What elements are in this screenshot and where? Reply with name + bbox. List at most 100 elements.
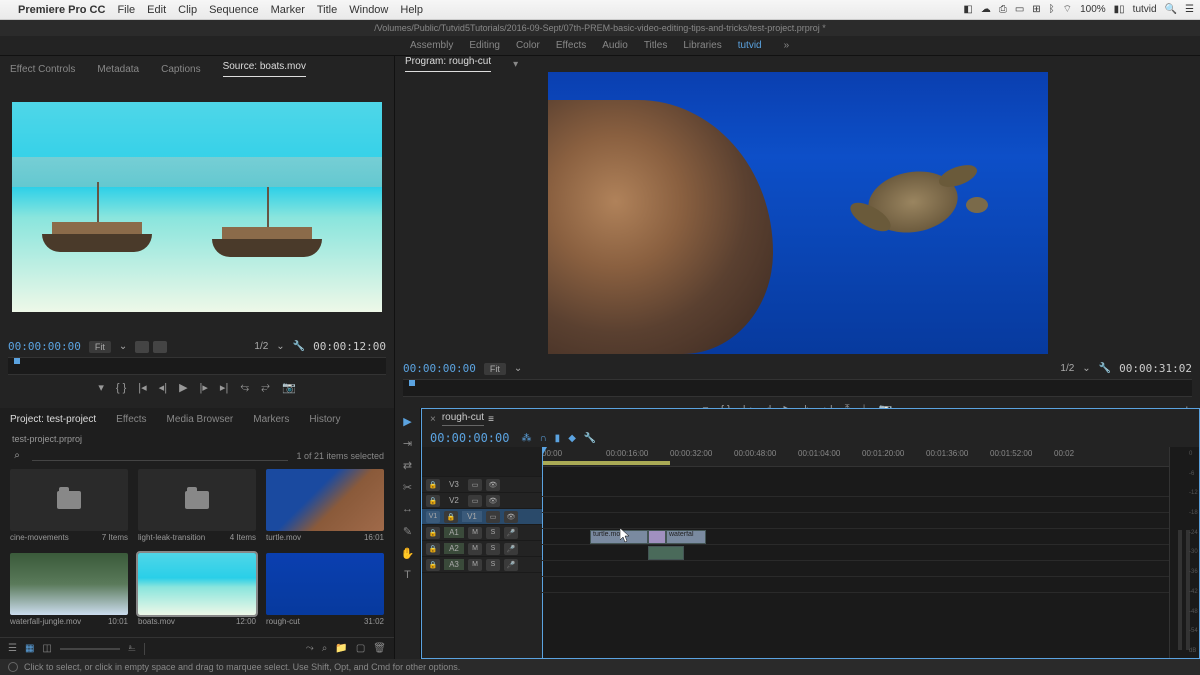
tab-source-clip[interactable]: Source: boats.mov (223, 61, 306, 77)
track-toggle-icon[interactable]: 👁 (486, 479, 500, 491)
source-wrench-icon[interactable]: 🔧 (293, 341, 305, 352)
program-res-chevron-icon[interactable]: ⌄ (1082, 363, 1090, 374)
menu-help[interactable]: Help (400, 4, 423, 16)
program-monitor[interactable] (395, 72, 1200, 354)
marker-icon[interactable]: ▮ (555, 433, 561, 444)
src-go-out-icon[interactable]: ▸| (220, 381, 228, 394)
menu-window[interactable]: Window (349, 4, 388, 16)
program-tab-chevron-icon[interactable]: ▾ (513, 59, 518, 70)
bin-item[interactable]: turtle.mov16:01 (266, 469, 384, 547)
track-toggle-icon[interactable]: 👁 (504, 511, 518, 523)
track-v3[interactable]: V3 (444, 480, 464, 489)
track-target-icon[interactable]: ▭ (486, 511, 500, 523)
source-res-chevron-icon[interactable]: ⌄ (276, 341, 284, 352)
track-a1[interactable]: A1 (444, 527, 464, 538)
timeline-timecode[interactable]: 00:00:00:00 (430, 431, 509, 445)
clip-turtle[interactable]: turtle.mov (590, 530, 648, 544)
ws-audio[interactable]: Audio (602, 40, 628, 51)
menu-marker[interactable]: Marker (271, 4, 305, 16)
src-mark-out-icon[interactable]: { } (116, 382, 126, 394)
spotlight-icon[interactable]: 🔍 (1165, 4, 1177, 15)
clip-waterfall[interactable]: waterfal (666, 530, 706, 544)
app-name[interactable]: Premiere Pro CC (18, 4, 105, 16)
display-icon[interactable]: ▭ (1015, 4, 1024, 15)
auto-seq-icon[interactable]: ⤳ (306, 643, 314, 654)
tab-program[interactable]: Program: rough-cut (405, 56, 491, 72)
slip-tool-icon[interactable]: ↔ (401, 502, 415, 516)
source-safe-margins-icon[interactable] (153, 341, 167, 353)
src-step-fwd-icon[interactable]: |▸ (200, 381, 208, 394)
menu-sequence[interactable]: Sequence (209, 4, 259, 16)
track-row-v3[interactable] (542, 497, 1169, 513)
src-insert-icon[interactable]: ⥃ (240, 381, 249, 394)
source-monitor[interactable] (0, 82, 394, 332)
menu-clip[interactable]: Clip (178, 4, 197, 16)
track-a2[interactable]: A2 (444, 543, 464, 554)
program-time-ruler[interactable] (403, 379, 1192, 397)
tab-markers[interactable]: Markers (253, 414, 289, 425)
search-icon[interactable]: ⌕ (10, 450, 24, 461)
menu-extras-icon[interactable]: ☰ (1185, 4, 1194, 15)
track-target-icon[interactable]: ▭ (468, 479, 482, 491)
source-time-ruler[interactable] (8, 357, 386, 375)
track-lock-icon[interactable]: 🔒 (426, 543, 440, 555)
track-lock-icon[interactable]: 🔒 (426, 479, 440, 491)
track-a3[interactable]: A3 (444, 559, 464, 570)
menu-file[interactable]: File (117, 4, 135, 16)
selection-tool-icon[interactable]: ▶ (401, 414, 415, 428)
source-settings-icon[interactable] (135, 341, 149, 353)
list-view-icon[interactable]: ☰ (8, 643, 17, 654)
track-row-a3[interactable] (542, 577, 1169, 593)
bluetooth-icon[interactable]: ᛒ (1049, 4, 1055, 15)
timeline-settings-icon[interactable]: 🔧 (584, 433, 596, 444)
bin-item[interactable]: light-leak-transition4 Items (138, 469, 256, 547)
user-name[interactable]: tutvid (1133, 4, 1157, 15)
track-lock-icon[interactable]: 🔒 (444, 511, 458, 523)
find-icon[interactable]: ⌕ (322, 643, 328, 654)
program-wrench-icon[interactable]: 🔧 (1099, 363, 1111, 374)
cc-status-icon[interactable]: ◧ (963, 4, 972, 15)
battery-icon[interactable]: ▮▯ (1114, 4, 1125, 15)
track-v1[interactable]: V1 (462, 511, 482, 522)
track-lock-icon[interactable]: 🔒 (426, 559, 440, 571)
mute-icon[interactable]: M (468, 527, 482, 539)
record-icon[interactable]: 🎤 (504, 543, 518, 555)
ws-tutvid[interactable]: tutvid (738, 40, 762, 51)
source-patch-v1[interactable]: V1 (426, 511, 440, 523)
track-target-icon[interactable]: ▭ (468, 495, 482, 507)
track-row-a2[interactable] (542, 561, 1169, 577)
project-search-input[interactable] (32, 450, 288, 461)
snap-icon[interactable]: ⁂ (521, 433, 531, 444)
pen-tool-icon[interactable]: ✎ (401, 524, 415, 538)
wifi-icon[interactable]: ⌔ (1063, 3, 1072, 16)
program-fit-select[interactable]: Fit (484, 363, 506, 375)
solo-icon[interactable]: S (486, 559, 500, 571)
bin-item[interactable]: boats.mov12:00 (138, 553, 256, 631)
menu-title[interactable]: Title (317, 4, 337, 16)
sequence-name[interactable]: rough-cut (442, 412, 484, 426)
tab-project[interactable]: Project: test-project (10, 414, 96, 425)
src-step-back-icon[interactable]: ◂| (159, 381, 167, 394)
track-row-v1[interactable]: turtle.mov waterfal (542, 529, 1169, 545)
ws-assembly[interactable]: Assembly (410, 40, 453, 51)
clip-transition[interactable] (648, 530, 666, 544)
track-toggle-icon[interactable]: 👁 (486, 495, 500, 507)
new-item-icon[interactable]: ▢ (356, 643, 365, 654)
src-mark-in-icon[interactable]: ▾ (98, 381, 104, 394)
ws-libraries[interactable]: Libraries (683, 40, 721, 51)
bin-item[interactable]: rough-cut31:02 (266, 553, 384, 631)
program-fit-chevron-icon[interactable]: ⌄ (514, 363, 522, 374)
ws-effects[interactable]: Effects (556, 40, 586, 51)
sort-icon[interactable]: ⎁ (128, 643, 136, 654)
source-resolution[interactable]: 1/2 (254, 341, 268, 352)
tab-effects[interactable]: Effects (116, 414, 146, 425)
mute-icon[interactable]: M (468, 559, 482, 571)
track-v2[interactable]: V2 (444, 496, 464, 505)
src-go-in-icon[interactable]: |◂ (138, 381, 146, 394)
record-icon[interactable]: 🎤 (504, 527, 518, 539)
program-resolution[interactable]: 1/2 (1060, 363, 1074, 374)
menu-edit[interactable]: Edit (147, 4, 166, 16)
tab-metadata[interactable]: Metadata (97, 64, 139, 75)
track-select-tool-icon[interactable]: ⇥ (401, 436, 415, 450)
track-row-a1[interactable] (542, 545, 1169, 561)
